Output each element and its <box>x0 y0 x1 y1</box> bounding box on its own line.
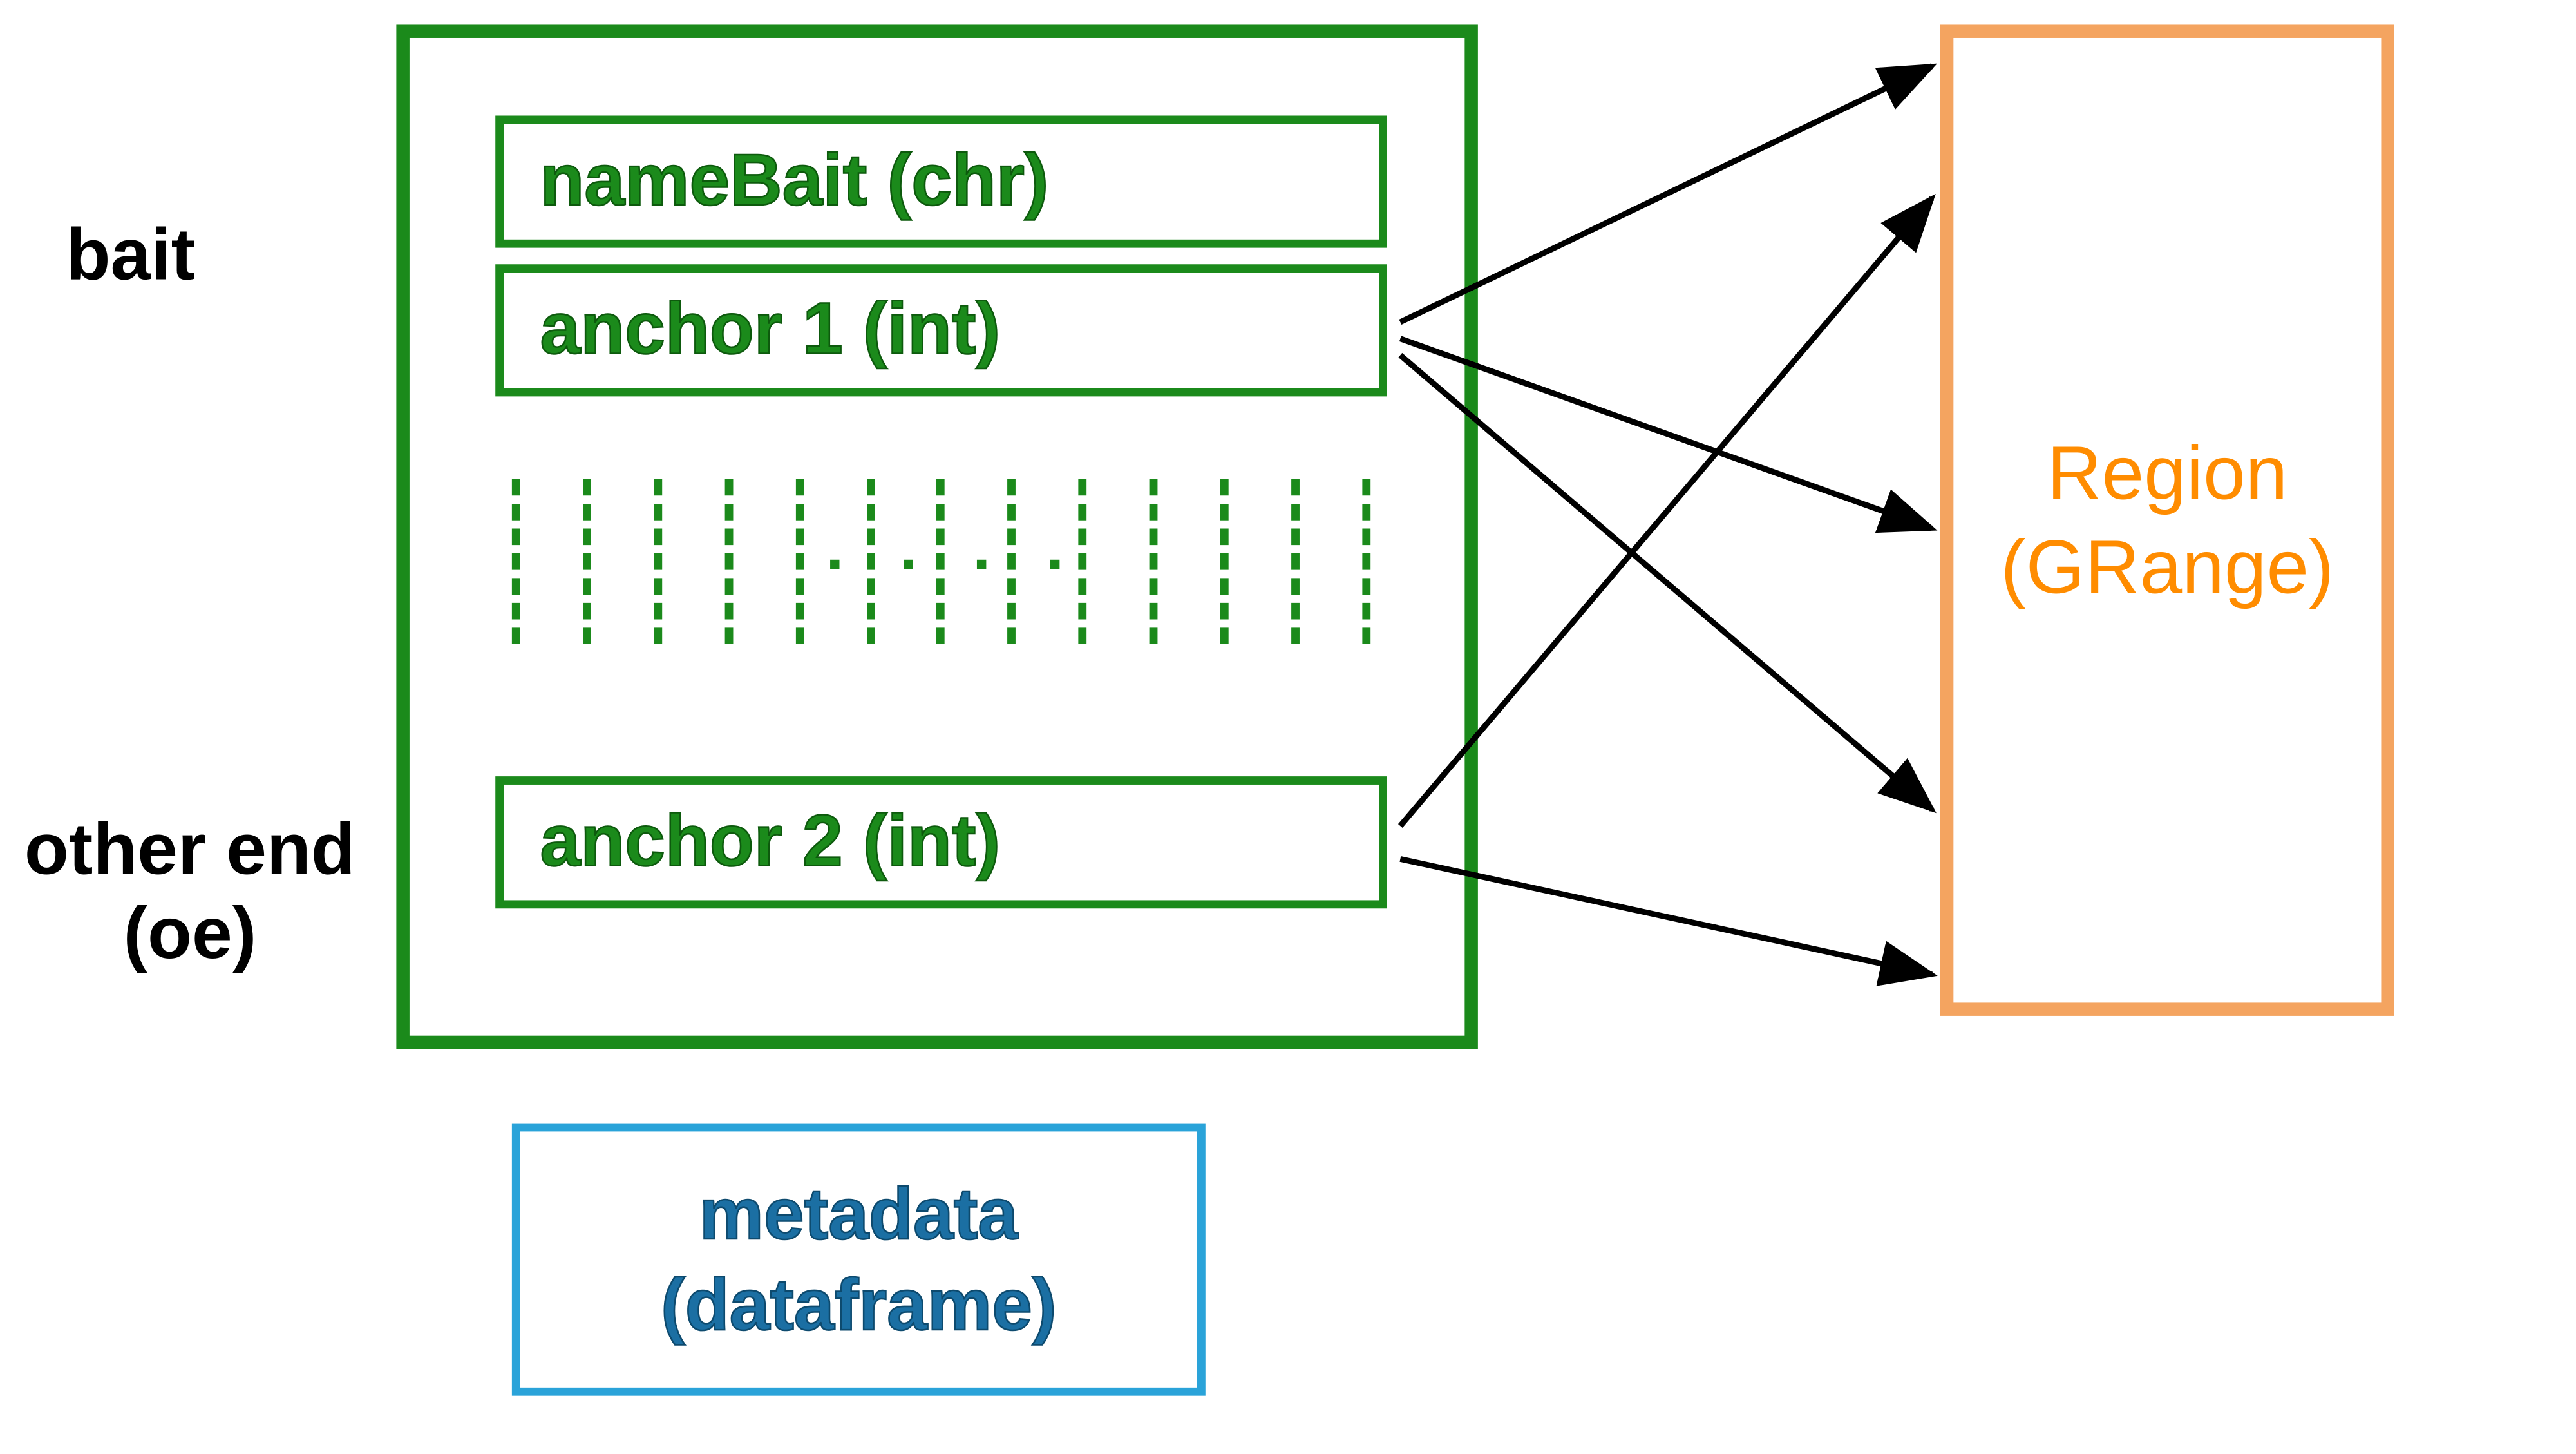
ellipsis-dots: · · · · <box>826 529 1084 603</box>
metadata-line2: (dataframe) <box>661 1265 1056 1346</box>
label-other-end: other end (oe) <box>0 809 380 976</box>
metadata-box: metadata (dataframe) <box>512 1124 1206 1396</box>
metadata-line1: metadata <box>699 1174 1018 1255</box>
arrow <box>1400 355 1932 809</box>
metadata-text: metadata (dataframe) <box>661 1169 1056 1350</box>
dash-line <box>654 479 662 644</box>
row-anchor-2: anchor 2 (int) <box>495 776 1387 908</box>
dash-line <box>1150 479 1158 644</box>
dash-line <box>1220 479 1229 644</box>
text-anchor-2: anchor 2 (int) <box>540 801 1000 884</box>
region-line1: Region <box>2047 428 2287 514</box>
label-bait: bait <box>66 215 196 298</box>
text-anchor-1: anchor 1 (int) <box>540 289 1000 372</box>
dash-line <box>1362 479 1370 644</box>
row-anchor-1: anchor 1 (int) <box>495 264 1387 396</box>
dash-line <box>795 479 804 644</box>
label-other-end-line1: other end <box>24 809 355 890</box>
arrow <box>1400 66 1932 322</box>
dash-line <box>583 479 591 644</box>
text-name-bait: nameBait (chr) <box>540 140 1048 223</box>
arrow <box>1400 198 1932 826</box>
region-line2: (GRange) <box>2000 524 2334 609</box>
row-name-bait: nameBait (chr) <box>495 115 1387 247</box>
region-box: Region (GRange) <box>1940 24 2394 1015</box>
label-other-end-line2: (oe) <box>123 893 256 974</box>
arrow <box>1400 339 1932 529</box>
dash-line <box>724 479 733 644</box>
dash-line <box>512 479 520 644</box>
region-text: Region (GRange) <box>2000 425 2334 615</box>
dash-line <box>1291 479 1300 644</box>
arrow <box>1400 859 1932 974</box>
diagram-canvas: bait other end (oe) nameBait (chr) ancho… <box>0 0 2576 1453</box>
